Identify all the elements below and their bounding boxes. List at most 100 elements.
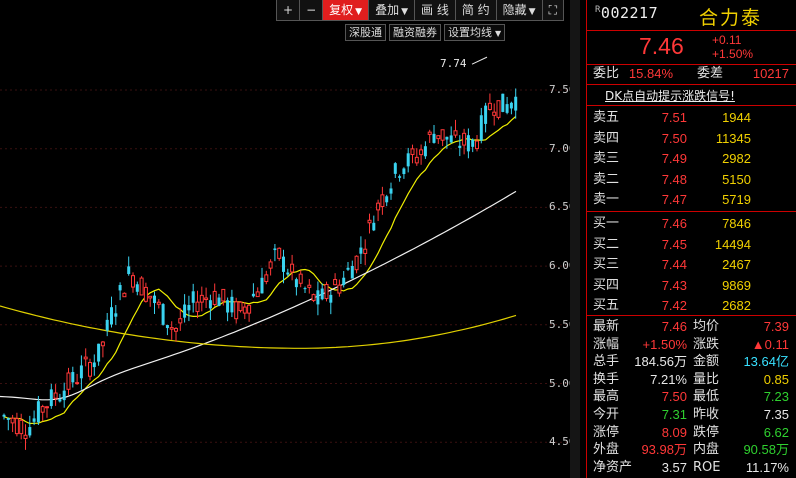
candle-body	[49, 389, 53, 407]
fuquan-button[interactable]: 复权 ▼	[322, 0, 370, 21]
dropdown-arrow-icon: ▼	[495, 29, 502, 38]
candle-body	[342, 277, 346, 285]
candle-body	[174, 327, 178, 332]
candle-body	[466, 135, 470, 152]
overlay-label: 叠加	[375, 3, 400, 17]
stats-row: 涨停 8.09 跌停 6.62	[587, 423, 796, 442]
shengutong-button[interactable]: 深股通	[345, 24, 386, 41]
orderbook-level-label: 卖一	[593, 192, 620, 207]
candle-body	[462, 132, 467, 146]
fullscreen-icon[interactable]: ⛶	[541, 0, 564, 21]
stat-value: 184.56万	[634, 354, 687, 370]
candle-body	[165, 325, 169, 329]
orderbook-level-label: 买一	[593, 216, 620, 231]
stat-label: 外盘	[593, 442, 620, 458]
candle-body	[100, 341, 105, 347]
orderbook-level-label: 买五	[593, 298, 620, 313]
candle-body	[367, 219, 372, 224]
divider	[587, 211, 796, 212]
dk-signal-link[interactable]: DK点自动提示涨跌信号!	[605, 87, 735, 104]
orderbook-price: 7.42	[661, 298, 687, 313]
candle-body	[410, 148, 415, 156]
stock-code: R002217	[595, 4, 658, 22]
draw-line-button[interactable]: 画 线	[414, 0, 456, 21]
candle-body	[303, 288, 307, 290]
max-price-label: 7.74	[440, 57, 467, 70]
zoom-out-button[interactable]: −	[299, 0, 324, 21]
stat-label: 涨跌	[693, 336, 720, 352]
simple-mode-button[interactable]: 简 约	[454, 0, 497, 21]
stat-value: 7.23	[763, 389, 789, 405]
orderbook-row[interactable]: 买四 7.43 9869	[587, 276, 796, 295]
stat-value: 8.09	[661, 424, 687, 440]
code-value: 002217	[600, 4, 659, 22]
zoom-in-button[interactable]: +	[276, 0, 301, 21]
kline-chart-area[interactable]: 7.74 + − 复权 ▼ 叠加 ▼ 画 线 简 约 隐藏 ▼ ⛶ 深股通 融资融券 …	[0, 0, 586, 478]
orderbook-price: 7.51	[661, 110, 687, 125]
candle-body	[320, 288, 324, 300]
candle-body	[501, 93, 505, 112]
stat-value: 90.58万	[743, 442, 789, 458]
candle-body	[208, 300, 212, 309]
candle-body	[187, 305, 191, 311]
candle-body	[427, 131, 432, 135]
price-header: 7.46 +0.11 +1.50%	[587, 31, 796, 65]
stat-label: 量比	[693, 371, 720, 387]
candle-body	[2, 414, 6, 417]
hide-button[interactable]: 隐藏 ▼	[495, 0, 543, 21]
stat-value: ▲0.11	[751, 336, 789, 352]
orderbook-row[interactable]: 卖一 7.47 5719	[587, 190, 796, 209]
orderbook-price: 7.49	[661, 151, 687, 166]
candle-body	[479, 115, 483, 141]
divider	[587, 84, 796, 85]
orderbook-row[interactable]: 买一 7.46 7846	[587, 214, 796, 233]
weibi-row: 委比 15.84% 委差 10217	[587, 64, 796, 83]
candlestick-chart[interactable]: 7.74	[0, 0, 586, 478]
stat-value: 7.35	[763, 407, 789, 422]
candle-body	[359, 247, 363, 254]
candle-body	[118, 285, 122, 291]
candle-body	[79, 365, 83, 379]
candle-body	[242, 306, 247, 314]
stat-label: 涨停	[593, 424, 620, 440]
vertical-scrollbar[interactable]	[570, 0, 580, 478]
margin-trading-button[interactable]: 融资融券	[389, 24, 441, 41]
orderbook-row[interactable]: 卖五 7.51 1944	[587, 108, 796, 127]
stat-value: 6.62	[763, 424, 789, 440]
candle-body	[40, 406, 45, 413]
candle-body	[458, 145, 462, 148]
candle-body	[226, 300, 230, 313]
stat-label: 最新	[593, 319, 620, 334]
stat-label: 最高	[593, 389, 620, 405]
candle-body	[393, 163, 397, 174]
candle-body	[10, 417, 15, 424]
orderbook-row[interactable]: 买二 7.45 14494	[587, 235, 796, 254]
orderbook-volume: 14494	[714, 236, 751, 252]
candle-body	[110, 307, 113, 325]
orderbook-row[interactable]: 卖三 7.49 2982	[587, 149, 796, 168]
candle-body	[389, 188, 393, 194]
overlay-button[interactable]: 叠加 ▼	[368, 0, 415, 21]
orderbook-row[interactable]: 买五 7.42 2682	[587, 296, 796, 315]
ma-settings-button[interactable]: 设置均线 ▼	[444, 24, 506, 41]
stat-value: +1.50%	[642, 336, 687, 352]
orderbook-row[interactable]: 卖四 7.50 11345	[587, 129, 796, 148]
weibi-value: 15.84%	[628, 66, 673, 81]
orderbook-level-label: 买三	[593, 257, 620, 272]
current-price: 7.46	[639, 33, 684, 59]
orderbook-row[interactable]: 买三 7.44 2467	[587, 255, 796, 274]
candle-body	[402, 168, 406, 175]
dropdown-arrow-icon: ▼	[401, 7, 408, 17]
change-pct: +1.50%	[712, 47, 754, 61]
orderbook-price: 7.45	[661, 236, 687, 252]
orderbook-volume: 9869	[722, 277, 751, 293]
candle-body	[45, 406, 49, 409]
orderbook-row[interactable]: 卖二 7.48 5150	[587, 170, 796, 189]
divider	[587, 105, 796, 106]
candle-body	[83, 356, 88, 360]
candle-body	[212, 290, 217, 305]
candle-body	[199, 294, 204, 303]
candle-body	[28, 427, 32, 436]
stat-label: 金额	[693, 354, 720, 370]
candle-body	[178, 318, 183, 324]
